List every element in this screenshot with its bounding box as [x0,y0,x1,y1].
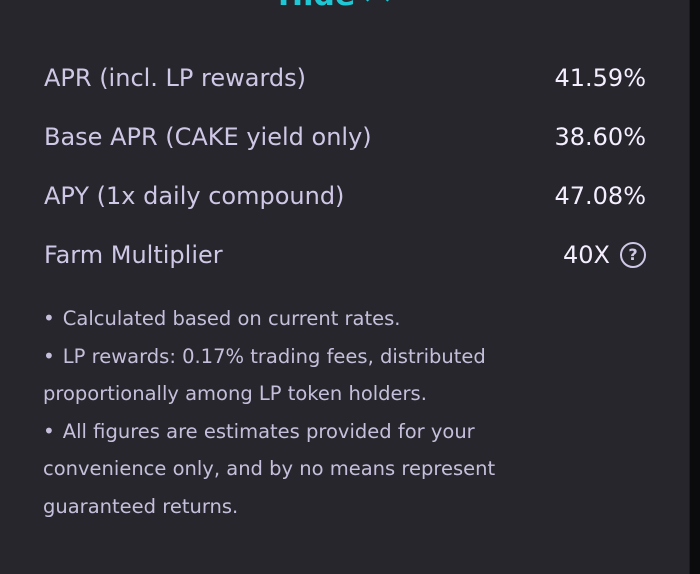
roi-details-panel: Hide APR (incl. LP rewards) 41.59% Base … [0,0,690,574]
apr-label: APR (incl. LP rewards) [44,63,307,92]
metric-row-apr: APR (incl. LP rewards) 41.59% [44,48,646,107]
farm-multiplier-value: 40X [563,240,610,269]
metric-row-base-apr: Base APR (CAKE yield only) 38.60% [44,107,646,166]
note-item: All figures are estimates provided for y… [43,413,583,526]
help-circle-icon[interactable]: ? [620,241,646,268]
chevron-up-icon [365,0,390,12]
base-apr-label: Base APR (CAKE yield only) [44,122,372,151]
apr-value: 41.59% [554,63,646,92]
note-item: Calculated based on current rates. [43,300,583,338]
hide-label: Hide [278,0,355,13]
note-item: LP rewards: 0.17% trading fees, distribu… [43,338,583,413]
apy-label: APY (1x daily compound) [44,181,345,210]
base-apr-value: 38.60% [554,122,646,151]
farm-multiplier-value-group: 40X ? [563,241,646,269]
farm-multiplier-label: Farm Multiplier [44,240,223,269]
disclaimer-notes: Calculated based on current rates. LP re… [43,300,583,525]
metrics-list: APR (incl. LP rewards) 41.59% Base APR (… [44,48,646,284]
metric-row-farm-multiplier: Farm Multiplier 40X ? [44,225,646,284]
apy-value: 47.08% [554,181,646,210]
hide-details-toggle[interactable]: Hide [278,0,390,13]
metric-row-apy: APY (1x daily compound) 47.08% [44,166,646,225]
